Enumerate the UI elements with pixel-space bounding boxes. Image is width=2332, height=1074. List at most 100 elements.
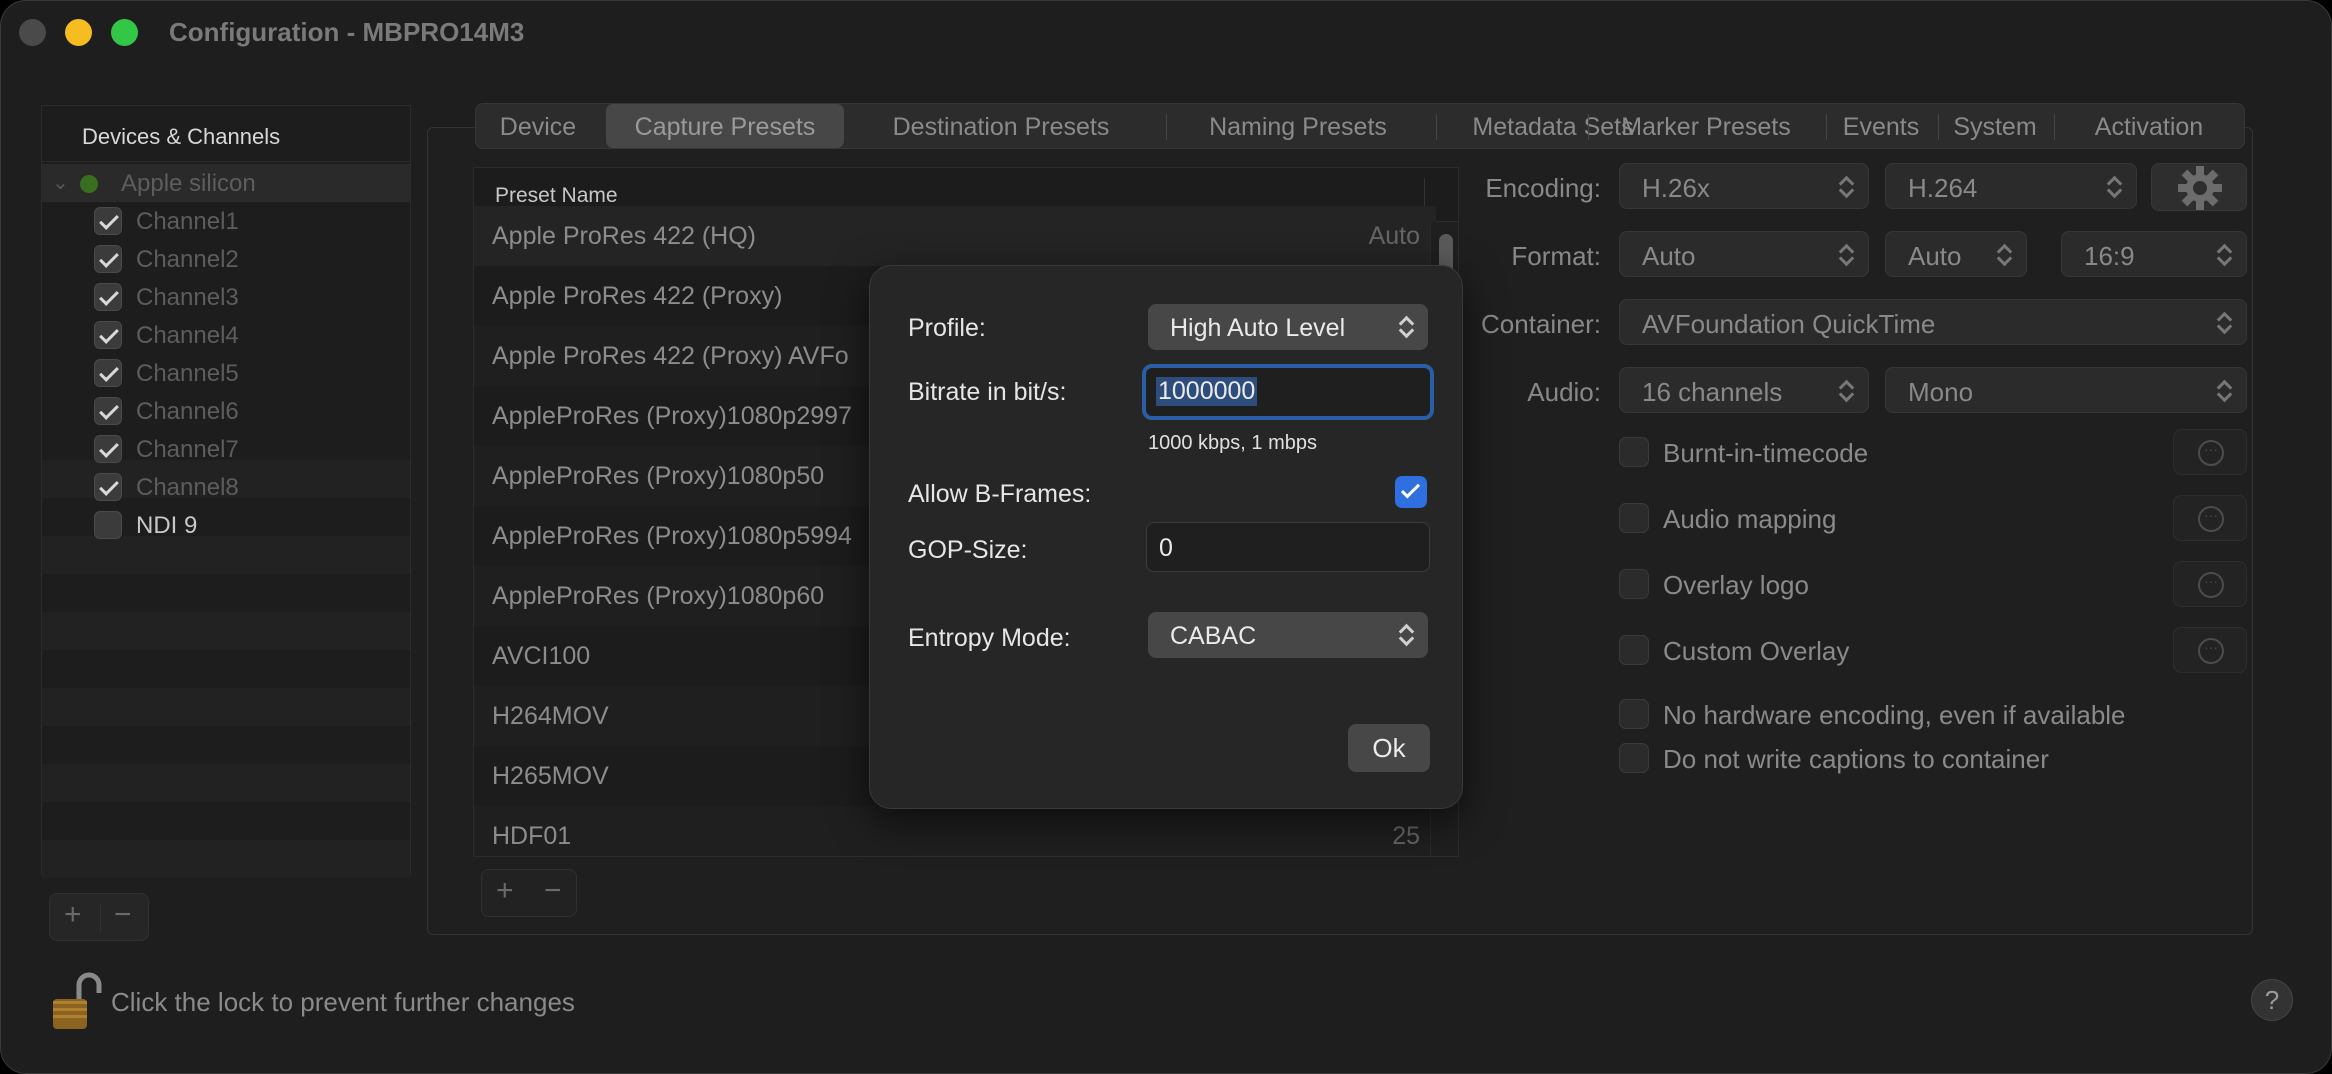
- burnt-in-timecode-options-button[interactable]: ···: [2173, 429, 2247, 475]
- burnt-in-timecode-checkbox[interactable]: [1619, 437, 1649, 467]
- sidebar-item-channel[interactable]: Channel4: [42, 316, 410, 354]
- codec-select[interactable]: H.264: [1885, 163, 2137, 209]
- no-captions-label: Do not write captions to container: [1663, 744, 2049, 774]
- chevron-updown-icon: [2216, 380, 2232, 402]
- custom-overlay-checkbox[interactable]: [1619, 635, 1649, 665]
- preset-value: Auto: [1368, 222, 1420, 250]
- audio-mapping-options-button[interactable]: ···: [2173, 495, 2247, 541]
- chevron-updown-icon: [2216, 244, 2232, 266]
- minimize-button[interactable]: [65, 19, 92, 46]
- sidebar-item-channel[interactable]: Channel6: [42, 392, 410, 430]
- sidebar-item-channel[interactable]: Channel7: [42, 430, 410, 468]
- audio-mode-select[interactable]: Mono: [1885, 367, 2247, 413]
- preset-name: HDF01: [492, 822, 572, 850]
- device-group-row[interactable]: ⌄ Apple silicon: [42, 164, 410, 202]
- custom-overlay-options-button[interactable]: ···: [2173, 627, 2247, 673]
- add-channel-button[interactable]: +: [64, 898, 82, 932]
- preset-row[interactable]: Apple ProRes 422 (HQ) Auto: [474, 206, 1436, 266]
- sidebar-add-remove: + −: [49, 893, 149, 941]
- chevron-updown-icon: [1838, 244, 1854, 266]
- aspect-select[interactable]: 16:9: [2061, 231, 2247, 277]
- status-dot-icon: [80, 175, 98, 193]
- bframes-checkbox[interactable]: [1395, 476, 1427, 508]
- channel-checkbox[interactable]: [94, 511, 122, 539]
- channel-checkbox[interactable]: [94, 245, 122, 273]
- channel-label: Channel8: [136, 474, 239, 501]
- ellipsis-icon: ···: [2198, 506, 2224, 532]
- remove-channel-button[interactable]: −: [114, 898, 132, 932]
- channel-checkbox[interactable]: [94, 207, 122, 235]
- tab-system[interactable]: System: [1940, 104, 2050, 148]
- no-hardware-encoding-checkbox[interactable]: [1619, 699, 1649, 729]
- add-preset-button[interactable]: +: [496, 874, 514, 908]
- lock-hint-text: Click the lock to prevent further change…: [111, 987, 575, 1017]
- channel-checkbox[interactable]: [94, 321, 122, 349]
- close-button[interactable]: [19, 19, 46, 46]
- tab-capture-presets[interactable]: Capture Presets: [606, 104, 844, 148]
- tab-activation[interactable]: Activation: [2056, 104, 2242, 148]
- remove-preset-button[interactable]: −: [544, 874, 562, 908]
- tab-naming-presets[interactable]: Naming Presets: [1168, 104, 1428, 148]
- container-select[interactable]: AVFoundation QuickTime: [1619, 299, 2247, 345]
- overlay-logo-options-button[interactable]: ···: [2173, 561, 2247, 607]
- no-captions-checkbox[interactable]: [1619, 743, 1649, 773]
- entropy-mode-select[interactable]: CABAC: [1148, 612, 1428, 658]
- preset-name: AppleProRes (Proxy)1080p50: [492, 462, 825, 490]
- preset-name: Apple ProRes 422 (Proxy): [492, 282, 783, 310]
- bitrate-label: Bitrate in bit/s:: [908, 378, 1067, 406]
- tab-events[interactable]: Events: [1828, 104, 1934, 148]
- burnt-in-timecode-label: Burnt-in-timecode: [1663, 438, 1869, 468]
- channel-checkbox[interactable]: [94, 397, 122, 425]
- bframes-label: Allow B-Frames:: [908, 480, 1092, 508]
- custom-overlay-label: Custom Overlay: [1663, 636, 1850, 666]
- audio-channels-select[interactable]: 16 channels: [1619, 367, 1869, 413]
- sidebar-item-channel[interactable]: NDI 9: [42, 506, 410, 544]
- chevron-updown-icon: [1398, 624, 1414, 646]
- tab-marker-presets[interactable]: Marker Presets: [1590, 104, 1822, 148]
- preset-name: Apple ProRes 422 (HQ): [492, 222, 757, 250]
- encoding-select[interactable]: H.26x: [1619, 163, 1869, 209]
- tab-device[interactable]: Device: [476, 104, 600, 148]
- chevron-updown-icon: [2216, 312, 2232, 334]
- checkmark-icon: [1400, 479, 1421, 499]
- preset-name: AppleProRes (Proxy)1080p5994: [492, 522, 852, 550]
- sidebar-item-channel[interactable]: Channel3: [42, 278, 410, 316]
- format-label: Format:: [1511, 241, 1601, 271]
- lock-button[interactable]: [49, 971, 103, 1033]
- zoom-button[interactable]: [111, 19, 138, 46]
- ellipsis-icon: ···: [2198, 638, 2224, 664]
- tab-destination-presets[interactable]: Destination Presets: [848, 104, 1154, 148]
- chevron-updown-icon: [1838, 380, 1854, 402]
- channel-checkbox[interactable]: [94, 283, 122, 311]
- ok-button[interactable]: Ok: [1348, 724, 1430, 772]
- encoding-settings-button[interactable]: [2151, 163, 2247, 211]
- bitrate-value: 1000000: [1156, 377, 1258, 406]
- gop-size-input[interactable]: 0: [1146, 522, 1430, 572]
- channel-checkbox[interactable]: [94, 359, 122, 387]
- preset-name: AppleProRes (Proxy)1080p60: [492, 582, 825, 610]
- unlocked-padlock-icon: [53, 972, 102, 1029]
- tab-bar: Device Capture Presets Destination Prese…: [475, 103, 2245, 149]
- disclosure-triangle-icon[interactable]: ⌄: [52, 170, 69, 195]
- channel-checkbox[interactable]: [94, 473, 122, 501]
- audio-mapping-checkbox[interactable]: [1619, 503, 1649, 533]
- preset-add-remove: + −: [481, 869, 577, 917]
- overlay-logo-label: Overlay logo: [1663, 570, 1809, 600]
- sidebar-item-channel[interactable]: Channel2: [42, 240, 410, 278]
- preset-row[interactable]: HDF01 25: [474, 806, 1436, 856]
- overlay-logo-checkbox[interactable]: [1619, 569, 1649, 599]
- audio-label: Audio:: [1527, 377, 1601, 407]
- channel-checkbox[interactable]: [94, 435, 122, 463]
- sidebar-item-channel[interactable]: Channel8: [42, 468, 410, 506]
- profile-select[interactable]: High Auto Level: [1148, 304, 1428, 350]
- channel-label: Channel4: [136, 322, 239, 349]
- sidebar-item-channel[interactable]: Channel5: [42, 354, 410, 392]
- channel-label: Channel7: [136, 436, 239, 463]
- format-select[interactable]: Auto: [1619, 231, 1869, 277]
- frame-rate-select[interactable]: Auto: [1885, 231, 2027, 277]
- help-button[interactable]: ?: [2251, 979, 2293, 1021]
- chevron-updown-icon: [1398, 316, 1414, 338]
- sidebar-item-channel[interactable]: Channel1: [42, 202, 410, 240]
- bitrate-input[interactable]: 1000000: [1142, 364, 1434, 420]
- preset-name: H265MOV: [492, 762, 609, 790]
